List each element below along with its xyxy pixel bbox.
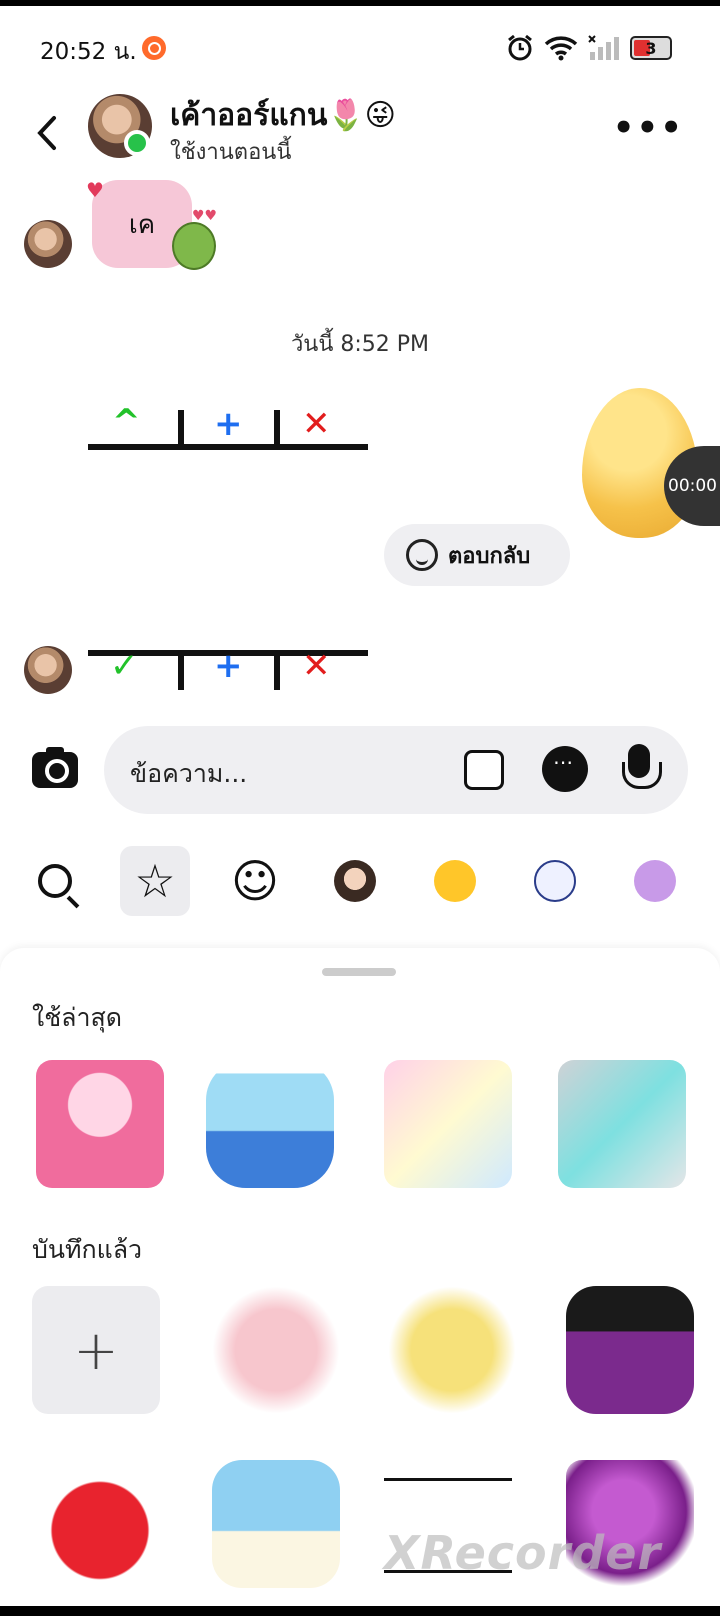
- saved-sticker[interactable]: [388, 1286, 516, 1414]
- small-hearts-icon: ♥♥: [192, 208, 218, 224]
- tab-avatar-stickers[interactable]: [320, 846, 390, 916]
- sheet-drag-handle[interactable]: [322, 968, 396, 976]
- tictactoe-sticker-message[interactable]: ^ + ✕ ✓ + ✕: [88, 402, 368, 690]
- signal-icon: [588, 35, 619, 60]
- contact-name[interactable]: เค้าออร์แกน🌷😜: [170, 92, 396, 139]
- purple-cat-icon: [634, 860, 676, 902]
- sticker-line: [274, 650, 280, 690]
- avatar-sticker-icon: [334, 860, 376, 902]
- gallery-icon[interactable]: [464, 750, 504, 790]
- recorder-icon: [142, 36, 166, 60]
- microphone-icon[interactable]: [622, 744, 662, 789]
- keyboard-icon[interactable]: [542, 746, 588, 792]
- plus-mark: +: [214, 646, 243, 686]
- message-input[interactable]: ข้อความ...: [104, 726, 688, 814]
- sticker-line: [88, 444, 368, 450]
- recent-sticker[interactable]: [558, 1060, 686, 1188]
- message-text: เค: [128, 209, 156, 240]
- saved-sticker[interactable]: [212, 1460, 340, 1588]
- frog-sticker: [172, 222, 216, 270]
- add-icon: +: [73, 1318, 119, 1382]
- recorder-watermark: XRecorder: [384, 1526, 662, 1580]
- battery-level: 3: [645, 38, 657, 58]
- camera-icon[interactable]: [32, 747, 78, 788]
- bottom-edge: [0, 1606, 720, 1616]
- sticker-line: [178, 410, 184, 450]
- emoji-icon: ☺: [231, 854, 279, 908]
- reply-label: ตอบกลับ: [448, 543, 531, 569]
- sticker-tray-tabs: ☆ ☺: [0, 838, 720, 922]
- sticker-sheet: ใช้ล่าสุด บันทึกแล้ว +: [0, 948, 720, 1616]
- message-composer: ข้อความ...: [0, 722, 720, 818]
- more-options-icon[interactable]: •••: [613, 108, 684, 148]
- alarm-icon: [508, 34, 532, 61]
- tab-stamp[interactable]: [520, 846, 590, 916]
- sender-avatar[interactable]: [24, 646, 72, 694]
- tab-search[interactable]: [20, 846, 90, 916]
- tab-heart-eyes[interactable]: [420, 846, 490, 916]
- chat-header: เค้าออร์แกน🌷😜 ใช้งานตอนนี้ •••: [0, 86, 720, 176]
- stamp-sticker-icon: [534, 860, 576, 902]
- saved-sticker[interactable]: [36, 1460, 164, 1588]
- saved-sticker[interactable]: [212, 1286, 340, 1414]
- online-indicator: [124, 130, 150, 156]
- recent-sticker[interactable]: [206, 1060, 334, 1188]
- check-mark: ✓: [110, 646, 139, 686]
- contact-status: ใช้งานตอนนี้: [170, 140, 292, 165]
- battery-icon: 3: [630, 36, 672, 60]
- plus-mark: +: [214, 404, 243, 444]
- star-icon: ☆: [134, 854, 176, 908]
- status-icons: 3: [506, 34, 672, 62]
- recent-sticker[interactable]: [384, 1060, 512, 1188]
- heart-eyes-emoji-icon: [434, 860, 476, 902]
- cross-mark: ✕: [302, 646, 331, 686]
- sender-avatar[interactable]: [24, 220, 72, 268]
- tab-favorites[interactable]: ☆: [120, 846, 190, 916]
- tab-purple-cat[interactable]: [620, 846, 690, 916]
- saved-section-label: บันทึกแล้ว: [32, 1235, 143, 1264]
- clock: 20:52 น.: [40, 39, 137, 65]
- tab-emoji[interactable]: ☺: [220, 846, 290, 916]
- heart-reaction-icon: ♥: [86, 178, 104, 202]
- smile-icon: [406, 539, 438, 571]
- status-bar: 20:52 น. 3: [0, 6, 720, 86]
- sticker-line: [178, 650, 184, 690]
- recent-section-label: ใช้ล่าสุด: [32, 1003, 123, 1032]
- add-sticker-button[interactable]: +: [32, 1286, 160, 1414]
- sticker-line: [274, 410, 280, 450]
- date-separator: วันนี้ 8:52 PM: [290, 332, 430, 357]
- caret-mark: ^: [112, 402, 141, 442]
- message-input-placeholder: ข้อความ...: [130, 759, 248, 788]
- reply-button[interactable]: ตอบกลับ: [384, 524, 570, 586]
- back-arrow-icon[interactable]: [28, 108, 68, 158]
- recent-sticker[interactable]: [36, 1060, 164, 1188]
- saved-sticker[interactable]: [566, 1286, 694, 1414]
- search-icon: [38, 864, 72, 898]
- cross-mark: ✕: [302, 404, 331, 444]
- wifi-icon: [544, 36, 578, 61]
